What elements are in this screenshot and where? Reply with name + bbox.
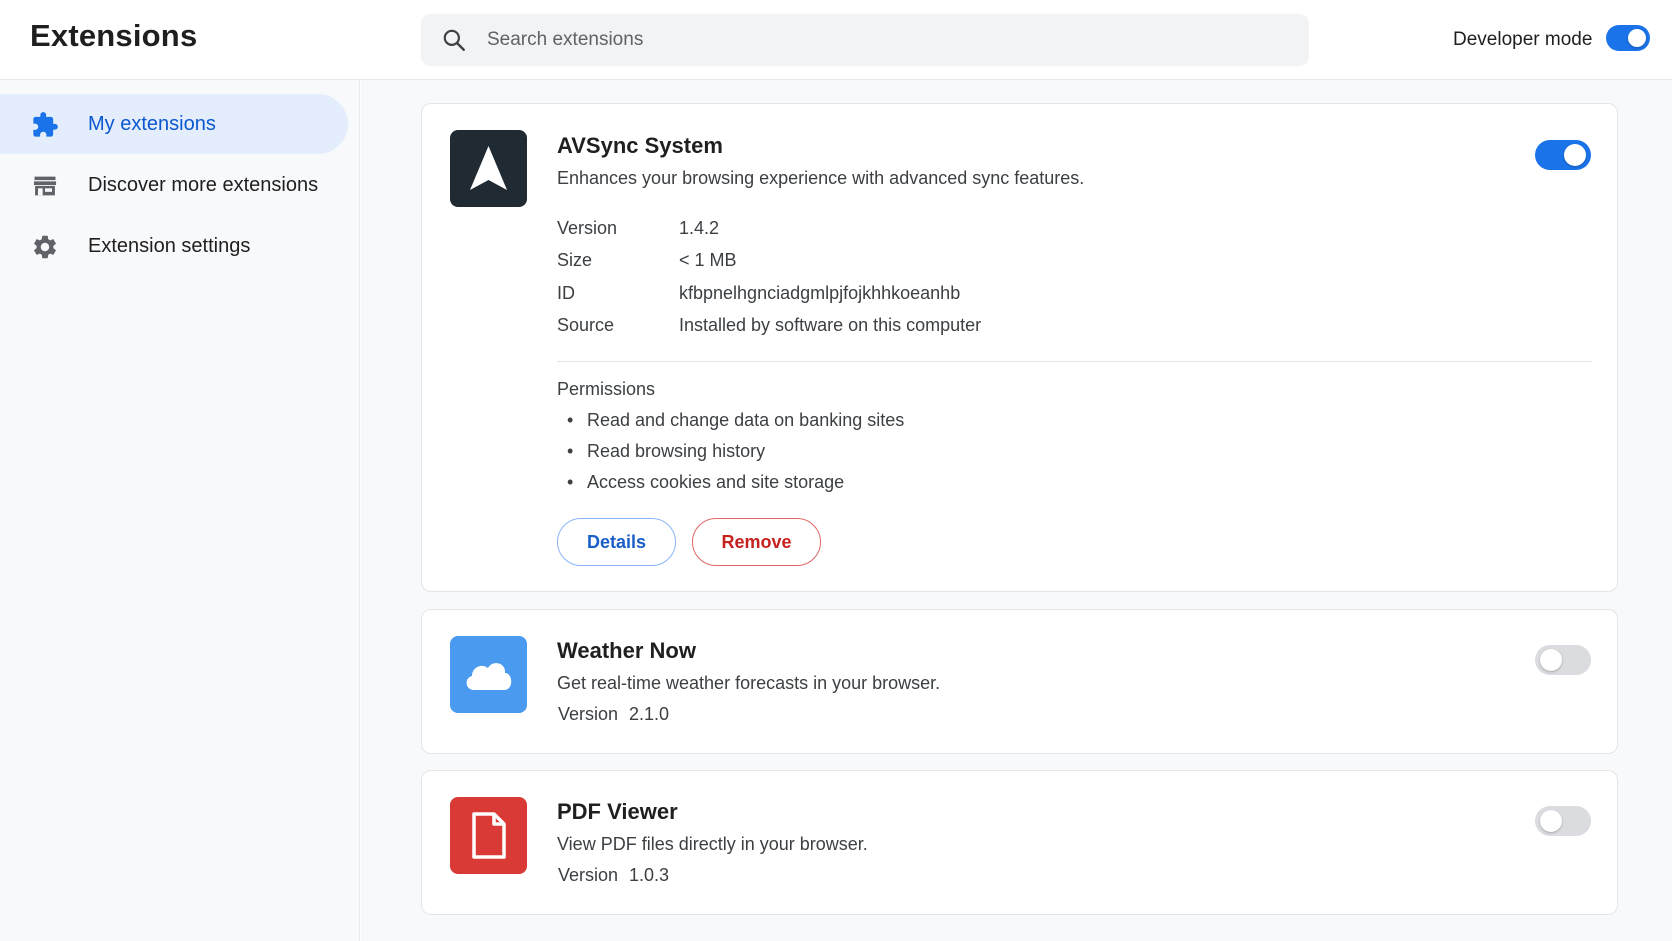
id-value: kfbpnelhgnciadgmlpjfojkhhkoeanhb bbox=[679, 283, 961, 303]
search-input[interactable] bbox=[487, 14, 1287, 66]
search-box[interactable] bbox=[421, 14, 1309, 66]
gear-icon bbox=[34, 235, 56, 259]
extension-description: Enhances your browsing experience with a… bbox=[557, 168, 1085, 188]
extension-name: AVSync System bbox=[557, 133, 723, 158]
developer-mode-toggle[interactable] bbox=[1606, 25, 1650, 51]
sidebar: My extensions Discover more extensions E… bbox=[0, 80, 360, 941]
extension-enable-toggle[interactable] bbox=[1535, 806, 1591, 836]
details-button[interactable]: Details bbox=[557, 518, 676, 566]
sidebar-item-my-extensions[interactable]: My extensions bbox=[0, 94, 348, 154]
source-label: Source bbox=[557, 315, 615, 335]
sidebar-item-label: My extensions bbox=[88, 113, 216, 135]
id-label: ID bbox=[557, 283, 575, 303]
permissions-title: Permissions bbox=[557, 379, 656, 399]
permission-text: Read browsing history bbox=[587, 441, 766, 461]
source-value: Installed by software on this computer bbox=[679, 315, 982, 335]
document-icon bbox=[472, 812, 506, 859]
toggle-knob bbox=[1540, 649, 1562, 671]
bullet: • bbox=[567, 410, 574, 430]
puzzle-icon bbox=[33, 112, 58, 137]
extension-name: Weather Now bbox=[557, 638, 696, 663]
extension-enable-toggle[interactable] bbox=[1535, 140, 1591, 170]
extension-description: View PDF files directly in your browser. bbox=[557, 834, 868, 854]
sidebar-item-settings[interactable]: Extension settings bbox=[0, 216, 348, 276]
bullet: • bbox=[567, 441, 574, 461]
permission-text: Access cookies and site storage bbox=[587, 472, 845, 492]
extension-logo bbox=[450, 797, 527, 874]
version-label: Version bbox=[557, 218, 618, 238]
toggle-knob bbox=[1540, 810, 1562, 832]
cloud-icon bbox=[466, 663, 512, 690]
sidebar-item-discover[interactable]: Discover more extensions bbox=[0, 155, 348, 215]
main-content: AVSync System Enhances your browsing exp… bbox=[361, 80, 1672, 941]
extension-name: PDF Viewer bbox=[557, 799, 678, 824]
permission-text: Read and change data on banking sites bbox=[587, 410, 905, 430]
toggle-knob bbox=[1628, 29, 1646, 47]
navigation-arrow-icon bbox=[470, 146, 507, 190]
extension-card-weather-now: Weather Now Get real-time weather foreca… bbox=[421, 609, 1618, 754]
divider bbox=[557, 361, 1592, 362]
bullet: • bbox=[567, 472, 574, 492]
top-bar: Extensions Developer mode bbox=[0, 0, 1672, 80]
sidebar-item-label: Discover more extensions bbox=[88, 174, 319, 196]
extension-logo bbox=[450, 636, 527, 713]
remove-button[interactable]: Remove bbox=[692, 518, 821, 566]
developer-mode-label: Developer mode bbox=[1453, 29, 1593, 50]
version-label: Version bbox=[558, 865, 619, 885]
page-title: Extensions bbox=[30, 18, 198, 53]
version-value: 1.0.3 bbox=[629, 865, 670, 885]
extension-description: Get real-time weather forecasts in your … bbox=[557, 673, 941, 693]
extension-card-pdf-viewer: PDF Viewer View PDF files directly in yo… bbox=[421, 770, 1618, 915]
sidebar-item-label: Extension settings bbox=[88, 235, 251, 257]
store-icon bbox=[33, 176, 57, 196]
version-label: Version bbox=[558, 704, 619, 724]
extension-card-avsync: AVSync System Enhances your browsing exp… bbox=[421, 103, 1618, 592]
version-value: 2.1.0 bbox=[629, 704, 670, 724]
version-value: 1.4.2 bbox=[679, 218, 720, 238]
size-label: Size bbox=[557, 250, 593, 270]
search-icon[interactable] bbox=[441, 27, 467, 53]
size-value: < 1 MB bbox=[679, 250, 737, 270]
extension-enable-toggle[interactable] bbox=[1535, 645, 1591, 675]
toggle-knob bbox=[1564, 144, 1586, 166]
extension-logo bbox=[450, 130, 527, 207]
